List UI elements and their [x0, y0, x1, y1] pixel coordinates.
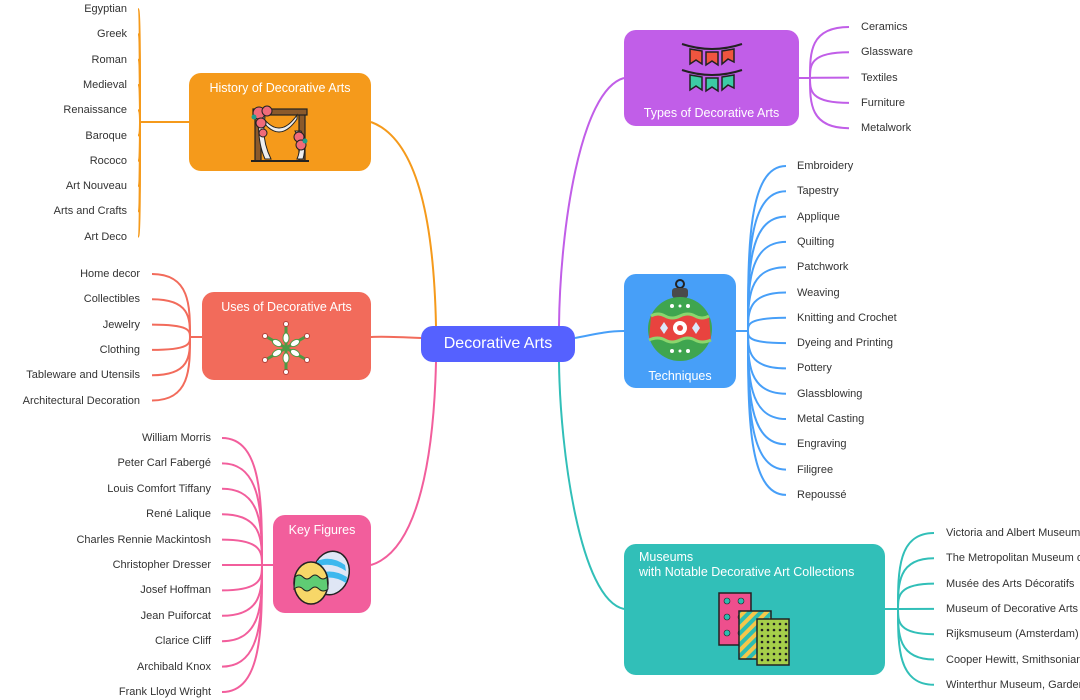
figures-leaf-item[interactable]: Christopher Dresser: [113, 558, 211, 572]
history-leaf-item[interactable]: Renaissance: [63, 103, 127, 117]
uses-leaf-line: [151, 298, 191, 338]
types-leaf-line: [809, 51, 850, 79]
museums-leaf-item[interactable]: Museum of Decorative Arts: [946, 602, 1078, 616]
uses-leaf-line: [151, 323, 191, 338]
ornament-icon: [648, 279, 712, 361]
uses-leaf-line: [151, 336, 191, 351]
techniques-leaf-item[interactable]: Repoussé: [797, 488, 847, 502]
museums-leaf-line: [897, 608, 935, 636]
techniques-leaf-item[interactable]: Glassblowing: [797, 387, 862, 401]
techniques-leaf-item[interactable]: Tapestry: [797, 184, 839, 198]
museums-leaf-item[interactable]: Musée des Arts Décoratifs: [946, 577, 1074, 591]
bunting-icon: [681, 43, 743, 93]
figures-leaf-item[interactable]: Archibald Knox: [137, 660, 211, 674]
branch-types[interactable]: Types of Decorative Arts: [624, 30, 799, 126]
branch-uses[interactable]: Uses of Decorative Arts: [202, 292, 371, 380]
types-leaf-item[interactable]: Glassware: [861, 45, 913, 59]
techniques-leaf-line: [747, 330, 787, 370]
figures-leaf-item[interactable]: Jean Puiforcat: [141, 609, 211, 623]
branch-uses-title: Uses of Decorative Arts: [221, 300, 352, 314]
types-leaf-line: [809, 77, 850, 104]
types-leaf-item[interactable]: Furniture: [861, 96, 905, 110]
central-to-uses-line: [370, 335, 422, 339]
techniques-leaf-item[interactable]: Knitting and Crochet: [797, 311, 897, 325]
techniques-leaf-item[interactable]: Metal Casting: [797, 412, 864, 426]
uses-leaf-item[interactable]: Home decor: [80, 267, 140, 281]
history-leaf-item[interactable]: Arts and Crafts: [54, 204, 127, 218]
history-leaf-item[interactable]: Egyptian: [84, 2, 127, 16]
snowflake-icon: [262, 321, 310, 375]
branch-museums-title-line2: with Notable Decorative Art Collections: [639, 565, 855, 579]
branch-history-title: History of Decorative Arts: [209, 81, 351, 95]
techniques-leaf-item[interactable]: Quilting: [797, 235, 834, 249]
easter-eggs-icon: [293, 550, 351, 605]
branch-history[interactable]: History of Decorative Arts: [189, 73, 371, 171]
history-leaf-item[interactable]: Greek: [97, 27, 127, 41]
techniques-leaf-item[interactable]: Weaving: [797, 286, 840, 300]
central-topic-label: Decorative Arts: [443, 335, 553, 352]
figures-leaf-item[interactable]: William Morris: [142, 431, 211, 445]
central-to-museums-line: [558, 361, 625, 610]
uses-leaf-item[interactable]: Tableware and Utensils: [26, 368, 140, 382]
history-leaf-item[interactable]: Roman: [92, 53, 127, 67]
techniques-leaf-item[interactable]: Engraving: [797, 437, 847, 451]
central-to-techniques-line: [574, 330, 625, 339]
uses-leaf-item[interactable]: Clothing: [100, 343, 140, 357]
patterned-papers-icon: [718, 592, 790, 666]
history-leaf-item[interactable]: Art Nouveau: [66, 179, 127, 193]
uses-leaf-line: [151, 336, 191, 377]
museums-leaf-item[interactable]: Winterthur Museum, Garden & Library: [946, 678, 1080, 692]
branch-types-title: Types of Decorative Arts: [643, 106, 780, 120]
figures-leaf-item[interactable]: Josef Hoffman: [140, 583, 211, 597]
techniques-leaf-item[interactable]: Filigree: [797, 463, 833, 477]
central-to-types-line: [558, 77, 625, 327]
figures-leaf-item[interactable]: Louis Comfort Tiffany: [107, 482, 211, 496]
techniques-leaf-line: [747, 291, 787, 332]
museums-leaf-item[interactable]: The Metropolitan Museum of Art: [946, 551, 1080, 565]
history-leaf-item[interactable]: Baroque: [85, 129, 127, 143]
central-topic[interactable]: Decorative Arts: [421, 326, 575, 362]
types-leaf-item[interactable]: Metalwork: [861, 121, 911, 135]
museums-leaf-item[interactable]: Cooper Hewitt, Smithsonian Design Museum: [946, 653, 1080, 667]
history-leaf-line: [137, 121, 141, 238]
branch-museums[interactable]: Museums with Notable Decorative Art Coll…: [624, 544, 885, 675]
branch-museums-title-line1: Museums: [639, 550, 694, 564]
branch-key-figures-title: Key Figures: [288, 523, 356, 537]
techniques-leaf-item[interactable]: Dyeing and Printing: [797, 336, 893, 350]
arch-icon: [251, 105, 309, 162]
techniques-leaf-line: [747, 316, 787, 332]
figures-leaf-item[interactable]: Charles Rennie Mackintosh: [76, 533, 211, 547]
techniques-leaf-item[interactable]: Applique: [797, 210, 840, 224]
figures-leaf-item[interactable]: René Lalique: [146, 507, 211, 521]
branch-key-figures[interactable]: Key Figures: [273, 515, 371, 613]
figures-leaf-item[interactable]: Clarice Cliff: [155, 634, 211, 648]
types-leaf-item[interactable]: Textiles: [861, 71, 898, 85]
museums-leaf-line: [897, 582, 935, 610]
types-leaf-item[interactable]: Ceramics: [861, 20, 907, 34]
techniques-leaf-item[interactable]: Patchwork: [797, 260, 848, 274]
history-leaf-item[interactable]: Medieval: [83, 78, 127, 92]
figures-leaf-item[interactable]: Frank Lloyd Wright: [119, 685, 211, 699]
museums-leaf-item[interactable]: Victoria and Albert Museum: [946, 526, 1080, 540]
techniques-leaf-item[interactable]: Pottery: [797, 361, 832, 375]
uses-leaf-item[interactable]: Jewelry: [103, 318, 140, 332]
figures-leaf-item[interactable]: Peter Carl Fabergé: [117, 456, 211, 470]
uses-leaf-item[interactable]: Architectural Decoration: [23, 394, 140, 408]
figures-leaf-line: [221, 564, 263, 592]
uses-leaf-item[interactable]: Collectibles: [84, 292, 140, 306]
techniques-leaf-item[interactable]: Embroidery: [797, 159, 853, 173]
branch-techniques-title: Techniques: [648, 369, 712, 383]
history-leaf-item[interactable]: Rococo: [90, 154, 127, 168]
techniques-leaf-line: [747, 330, 787, 345]
figures-leaf-line: [221, 538, 263, 566]
branch-techniques[interactable]: Techniques: [624, 274, 736, 388]
history-leaf-line: [137, 109, 141, 123]
history-leaf-item[interactable]: Art Deco: [84, 230, 127, 244]
museums-leaf-item[interactable]: Rijksmuseum (Amsterdam): [946, 627, 1079, 641]
central-to-history-line: [370, 121, 437, 327]
central-to-figures-line: [370, 361, 437, 566]
